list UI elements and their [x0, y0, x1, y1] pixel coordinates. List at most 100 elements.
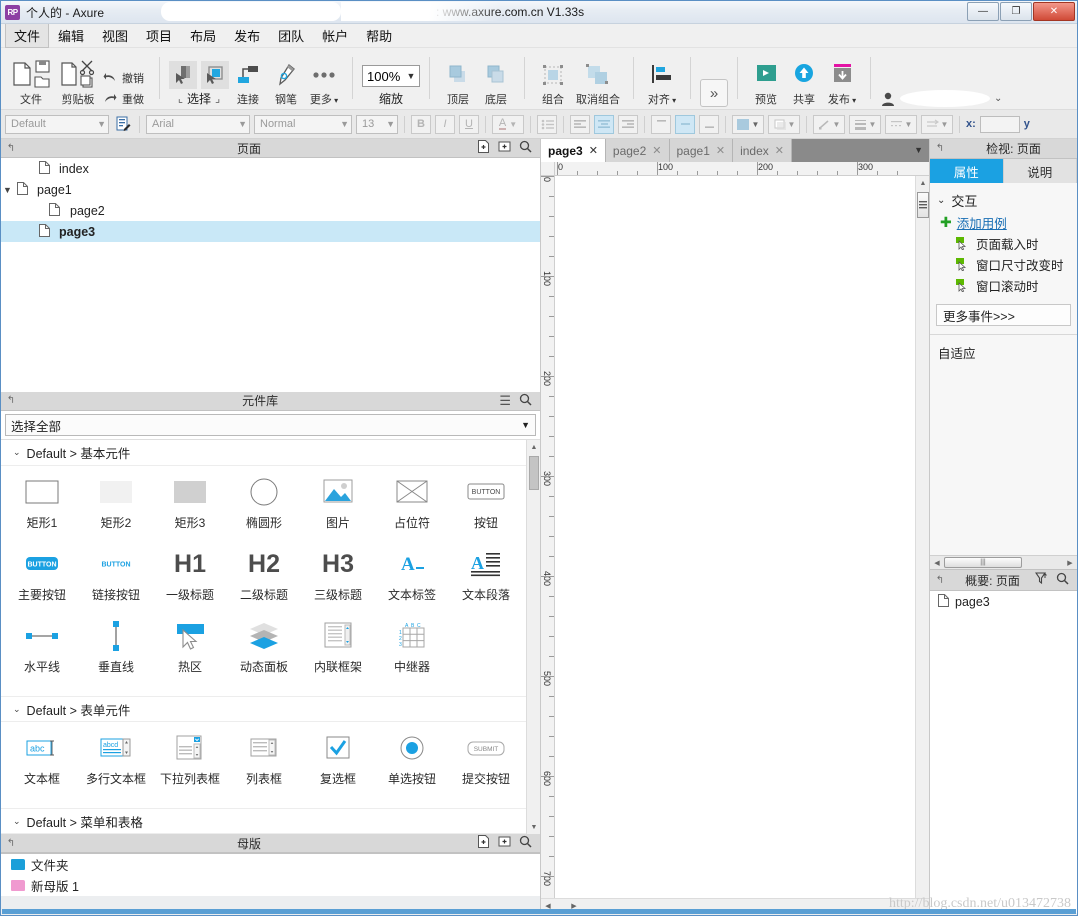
widget-category-basic[interactable]: ⌄ Default > 基本元件 [1, 440, 540, 466]
canvas-page-surface[interactable] [555, 176, 915, 898]
menu-item-account[interactable]: 帐户 [313, 23, 357, 48]
widget-dynamic-panel[interactable]: 动态面板 [227, 616, 301, 688]
group-button[interactable]: 组合 [534, 59, 572, 107]
outline-item-page3[interactable]: page3 [930, 591, 1077, 613]
widget-radio[interactable]: 单选按钮 [375, 728, 449, 800]
scroll-up-arrow-icon[interactable]: ▲ [916, 176, 930, 190]
clipboard-button[interactable]: 剪贴板 [55, 57, 101, 107]
menu-item-file[interactable]: 文件 [5, 23, 50, 48]
tab-properties[interactable]: 属性 [930, 159, 1004, 184]
arrow-style-button[interactable]: ▼ [921, 114, 953, 134]
scroll-down-arrow-icon[interactable]: ▼ [527, 820, 540, 834]
scroll-right-arrow-icon[interactable]: ▶ [1064, 557, 1076, 569]
scroll-up-arrow-icon[interactable]: ▲ [527, 440, 540, 454]
interaction-section-header[interactable]: ⌄ 交互 [930, 189, 1077, 211]
canvas-tab-page1[interactable]: page1 ✕ [669, 139, 734, 162]
inspector-scrollbar-thumb[interactable]: ||| [944, 557, 1022, 568]
menu-item-project[interactable]: 项目 [137, 23, 181, 48]
x-coordinate-input[interactable] [979, 115, 1020, 133]
close-icon[interactable]: ✕ [589, 144, 598, 157]
menu-item-help[interactable]: 帮助 [357, 23, 401, 48]
page-tree-item-page3[interactable]: page3 [1, 221, 540, 243]
pen-tool-button[interactable]: 钢笔 [267, 59, 305, 107]
expand-arrow[interactable]: ▼ [3, 185, 17, 195]
library-menu-icon[interactable]: ☰ [499, 393, 511, 409]
canvas-scrollbar-thumb[interactable] [917, 192, 929, 218]
italic-button[interactable]: I [435, 114, 455, 134]
widget-droplist[interactable]: 下拉列表框 [153, 728, 227, 800]
account-chevron-down-icon[interactable]: ⌄ [994, 93, 1002, 104]
widget-vline[interactable]: 垂直线 [79, 616, 153, 688]
widget-submit[interactable]: SUBMIT 提交按钮 [449, 728, 523, 800]
collapse-panel-icon[interactable]: ↰ [1, 395, 21, 406]
widget-rect2[interactable]: 矩形2 [79, 472, 153, 544]
canvas-tab-index[interactable]: index ✕ [733, 139, 792, 162]
page-tree-item-page1[interactable]: ▼ page1 [1, 179, 540, 200]
filter-icon[interactable] [1034, 572, 1048, 588]
bold-button[interactable]: B [411, 114, 431, 134]
widget-library-scroll[interactable]: ⌄ Default > 基本元件 矩形1 矩形2 矩形3 椭圆形 图片 占位符 … [1, 439, 540, 834]
connect-tool-button[interactable]: 连接 [229, 59, 267, 107]
zoom-combo[interactable]: ▼ [362, 65, 420, 87]
close-icon[interactable]: ✕ [652, 144, 661, 157]
close-icon[interactable]: ✕ [775, 144, 784, 157]
marquee-select-tool-button[interactable] [201, 61, 229, 89]
line-dash-button[interactable]: ▼ [885, 114, 917, 134]
widget-category-menus-tables[interactable]: ⌄ Default > 菜单和表格 [1, 808, 540, 834]
widget-category-form[interactable]: ⌄ Default > 表单元件 [1, 696, 540, 722]
widget-repeater[interactable]: A B C 1 2 3 中继器 [375, 616, 449, 688]
page-tree-item-page2[interactable]: page2 [1, 200, 540, 221]
fill-color-button[interactable]: ▼ [732, 114, 764, 134]
widget-placeholder[interactable]: 占位符 [375, 472, 449, 544]
publish-button[interactable]: 发布 ▾ [823, 59, 861, 107]
collapse-panel-icon[interactable]: ↰ [1, 143, 21, 154]
select-tool-button[interactable] [169, 61, 197, 89]
style-manager-button[interactable] [113, 115, 133, 134]
style-select[interactable]: Default ▼ [5, 114, 109, 134]
menu-item-edit[interactable]: 编辑 [49, 23, 93, 48]
search-icon[interactable] [519, 835, 532, 851]
widget-hotspot[interactable]: 热区 [153, 616, 227, 688]
search-icon[interactable] [1056, 572, 1069, 588]
close-icon[interactable]: ✕ [716, 144, 725, 157]
widget-image[interactable]: 图片 [301, 472, 375, 544]
add-page-icon[interactable] [477, 140, 490, 156]
font-color-button[interactable]: A ▼ [492, 114, 524, 134]
event-window-resize[interactable]: 窗口尺寸改变时 [930, 254, 1077, 275]
add-case-button[interactable]: ✚ 添加用例 [930, 211, 1077, 233]
collapse-panel-icon[interactable]: ↰ [930, 143, 950, 154]
minimize-button[interactable]: — [967, 2, 999, 21]
widget-text-paragraph[interactable]: A 文本段落 [449, 544, 523, 616]
scrollbar-thumb[interactable] [529, 456, 539, 490]
widget-h1[interactable]: H1 一级标题 [153, 544, 227, 616]
align-button[interactable]: 对齐 ▾ [643, 59, 681, 107]
font-size-select[interactable]: 13 ▼ [356, 114, 398, 134]
widget-listbox[interactable]: 列表框 [227, 728, 301, 800]
ungroup-button[interactable]: 取消组合 [572, 59, 624, 107]
widget-textarea[interactable]: abcd 多行文本框 [79, 728, 153, 800]
file-button[interactable]: 文件 [7, 57, 55, 107]
add-master-icon[interactable] [477, 835, 490, 851]
canvas-tab-page3[interactable]: page3 ✕ [541, 139, 606, 162]
widget-text-label[interactable]: A 文本标签 [375, 544, 449, 616]
library-selector[interactable]: 选择全部 ▼ [5, 414, 536, 436]
master-item-new-master[interactable]: 新母版 1 [1, 875, 540, 897]
widget-checkbox[interactable]: 复选框 [301, 728, 375, 800]
more-events-button[interactable]: 更多事件>>> [936, 304, 1071, 327]
maximize-button[interactable]: ❐ [1000, 2, 1032, 21]
align-center-button[interactable] [594, 114, 614, 134]
font-weight-select[interactable]: Normal ▼ [254, 114, 352, 134]
menu-item-publish[interactable]: 发布 [225, 23, 269, 48]
master-item-folder[interactable]: 文件夹 [1, 854, 540, 876]
widget-ellipse[interactable]: 椭圆形 [227, 472, 301, 544]
widget-link-button[interactable]: BUTTON 链接按钮 [79, 544, 153, 616]
bring-to-front-button[interactable]: 顶层 [439, 59, 477, 107]
toolbar-expand-button[interactable]: » [700, 79, 728, 107]
line-style-button[interactable]: ▼ [813, 114, 845, 134]
menu-item-team[interactable]: 团队 [269, 23, 313, 48]
event-window-scroll[interactable]: 窗口滚动时 [930, 275, 1077, 296]
add-master-folder-icon[interactable] [498, 835, 511, 851]
widget-library-scrollbar[interactable]: ▲ ▼ [526, 440, 540, 834]
event-page-load[interactable]: 页面载入时 [930, 233, 1077, 254]
more-tools-button[interactable]: 更多 ▾ [305, 59, 343, 107]
